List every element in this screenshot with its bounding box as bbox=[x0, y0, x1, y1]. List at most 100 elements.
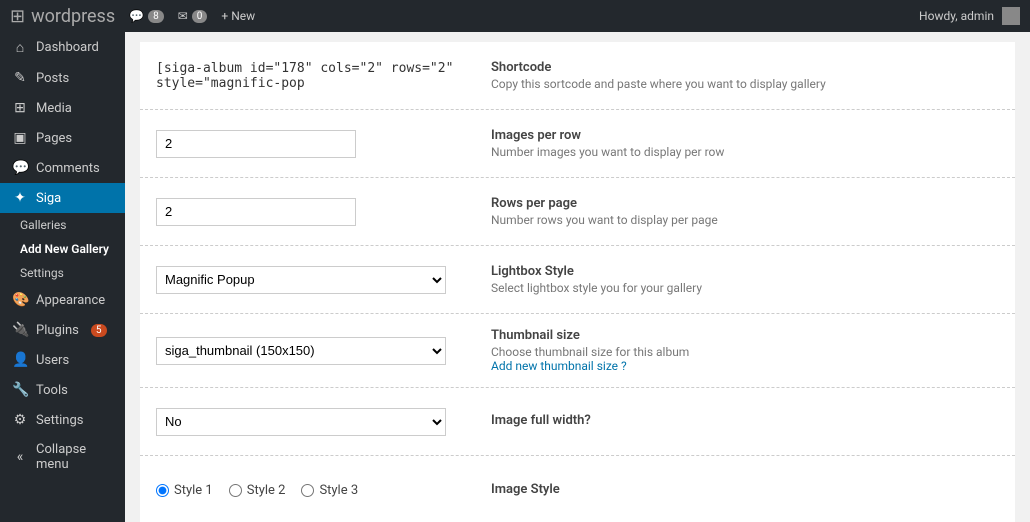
sidebar: ⌂ Dashboard ✎ Posts ⊞ Media ▣ Pages 💬 Co… bbox=[0, 32, 125, 522]
sidebar-item-posts[interactable]: ✎ Posts bbox=[0, 63, 125, 93]
shortcode-value: [siga-album id="178" cols="2" rows="2" s… bbox=[156, 61, 459, 91]
sidebar-label-tools: Tools bbox=[36, 383, 68, 398]
lightbox-style-right: Lightbox Style Select lightbox style you… bbox=[475, 246, 1015, 313]
lightbox-style-left: Magnific Popup FancyBox None bbox=[140, 246, 475, 313]
shortcode-label: Shortcode bbox=[491, 60, 999, 75]
wp-logo[interactable]: ⊞ wordpress bbox=[10, 6, 115, 27]
sidebar-label-appearance: Appearance bbox=[36, 293, 105, 308]
images-per-row-right: Images per row Number images you want to… bbox=[475, 110, 1015, 177]
sidebar-label-pages: Pages bbox=[36, 131, 72, 146]
main-wrapper: ⌂ Dashboard ✎ Posts ⊞ Media ▣ Pages 💬 Co… bbox=[0, 32, 1030, 522]
sidebar-item-media[interactable]: ⊞ Media bbox=[0, 93, 125, 123]
rows-per-page-label: Rows per page bbox=[491, 196, 999, 211]
howdy-label: Howdy, admin bbox=[919, 9, 994, 23]
settings-icon: ⚙ bbox=[12, 412, 28, 428]
form-table: [siga-album id="178" cols="2" rows="2" s… bbox=[140, 42, 1015, 522]
sidebar-label-users: Users bbox=[36, 353, 69, 368]
thumbnail-size-select[interactable]: siga_thumbnail (150x150) thumbnail (150x… bbox=[156, 337, 446, 365]
sidebar-subitem-add-new-gallery[interactable]: Add New Gallery bbox=[0, 237, 125, 261]
topbar-right: Howdy, admin bbox=[919, 7, 1020, 25]
siga-icon: ✦ bbox=[12, 190, 28, 206]
rows-per-page-spinner bbox=[156, 198, 356, 226]
images-per-row-left bbox=[140, 110, 475, 177]
radio-style3-label: Style 3 bbox=[319, 483, 358, 498]
posts-icon: ✎ bbox=[12, 70, 28, 86]
shortcode-desc: Copy this sortcode and paste where you w… bbox=[491, 77, 999, 91]
shortcode-right: Shortcode Copy this sortcode and paste w… bbox=[475, 42, 1015, 109]
sidebar-label-siga: Siga bbox=[36, 191, 61, 206]
comments-count-item[interactable]: 💬 8 bbox=[129, 9, 164, 23]
rows-per-page-input[interactable] bbox=[156, 198, 356, 226]
plugins-icon: 🔌 bbox=[12, 322, 28, 338]
thumbnail-size-desc: Choose thumbnail size for this album bbox=[491, 345, 999, 359]
content-area: [siga-album id="178" cols="2" rows="2" s… bbox=[125, 32, 1030, 522]
thumbnail-size-label: Thumbnail size bbox=[491, 328, 999, 343]
image-style-label: Image Style bbox=[491, 482, 999, 497]
sidebar-label-comments: Comments bbox=[36, 161, 100, 176]
radio-style1-label: Style 1 bbox=[174, 483, 213, 498]
rows-per-page-desc: Number rows you want to display per page bbox=[491, 213, 999, 227]
sidebar-item-siga[interactable]: ✦ Siga bbox=[0, 183, 125, 213]
sidebar-item-settings-main[interactable]: ⚙ Settings bbox=[0, 405, 125, 435]
radio-style3-input[interactable] bbox=[301, 484, 314, 497]
sidebar-item-collapse[interactable]: « Collapse menu bbox=[0, 435, 125, 479]
messages-count: 0 bbox=[192, 10, 208, 23]
sidebar-item-tools[interactable]: 🔧 Tools bbox=[0, 375, 125, 405]
radio-style2-label: Style 2 bbox=[247, 483, 286, 498]
plugins-badge: 5 bbox=[91, 324, 107, 337]
lightbox-style-select[interactable]: Magnific Popup FancyBox None bbox=[156, 266, 446, 294]
sidebar-item-comments[interactable]: 💬 Comments bbox=[0, 153, 125, 183]
rows-per-page-right: Rows per page Number rows you want to di… bbox=[475, 178, 1015, 245]
sidebar-subitem-settings[interactable]: Settings bbox=[0, 261, 125, 285]
image-style-left: Style 1 Style 2 Style 3 bbox=[140, 456, 475, 522]
sidebar-label-settings: Settings bbox=[36, 413, 83, 428]
thumbnail-size-right: Thumbnail size Choose thumbnail size for… bbox=[475, 314, 1015, 387]
radio-style1-input[interactable] bbox=[156, 484, 169, 497]
add-thumbnail-link[interactable]: Add new thumbnail size ? bbox=[491, 359, 999, 373]
radio-style1[interactable]: Style 1 bbox=[156, 483, 213, 498]
topbar: ⊞ wordpress 💬 8 ✉ 0 + New Howdy, admin bbox=[0, 0, 1030, 32]
new-button[interactable]: + New bbox=[221, 9, 255, 23]
radio-style2[interactable]: Style 2 bbox=[229, 483, 286, 498]
lightbox-style-label: Lightbox Style bbox=[491, 264, 999, 279]
avatar bbox=[1002, 7, 1020, 25]
images-per-row-spinner bbox=[156, 130, 356, 158]
rows-per-page-row: Rows per page Number rows you want to di… bbox=[140, 178, 1015, 246]
site-name[interactable]: wordpress bbox=[31, 6, 115, 27]
media-icon: ⊞ bbox=[12, 100, 28, 116]
sidebar-label-posts: Posts bbox=[36, 71, 69, 86]
message-icon: ✉ bbox=[178, 9, 188, 23]
rows-per-page-left bbox=[140, 178, 475, 245]
sidebar-label-collapse: Collapse menu bbox=[36, 442, 115, 472]
sidebar-subitem-galleries[interactable]: Galleries bbox=[0, 213, 125, 237]
shortcode-left: [siga-album id="178" cols="2" rows="2" s… bbox=[140, 42, 475, 109]
sidebar-item-users[interactable]: 👤 Users bbox=[0, 345, 125, 375]
lightbox-style-row: Magnific Popup FancyBox None Lightbox St… bbox=[140, 246, 1015, 314]
lightbox-style-desc: Select lightbox style you for your galle… bbox=[491, 281, 999, 295]
topbar-left: ⊞ wordpress 💬 8 ✉ 0 + New bbox=[10, 6, 903, 27]
images-per-row-row: Images per row Number images you want to… bbox=[140, 110, 1015, 178]
radio-style2-input[interactable] bbox=[229, 484, 242, 497]
full-width-select[interactable]: No Yes bbox=[156, 408, 446, 436]
tools-icon: 🔧 bbox=[12, 382, 28, 398]
shortcode-row: [siga-album id="178" cols="2" rows="2" s… bbox=[140, 42, 1015, 110]
sidebar-item-appearance[interactable]: 🎨 Appearance bbox=[0, 285, 125, 315]
sidebar-item-pages[interactable]: ▣ Pages bbox=[0, 123, 125, 153]
wp-icon: ⊞ bbox=[10, 6, 25, 27]
pages-icon: ▣ bbox=[12, 130, 28, 146]
dashboard-icon: ⌂ bbox=[12, 39, 28, 56]
thumbnail-size-left: siga_thumbnail (150x150) thumbnail (150x… bbox=[140, 314, 475, 387]
appearance-icon: 🎨 bbox=[12, 292, 28, 308]
messages-count-item[interactable]: ✉ 0 bbox=[178, 9, 208, 23]
images-per-row-label: Images per row bbox=[491, 128, 999, 143]
radio-style3[interactable]: Style 3 bbox=[301, 483, 358, 498]
full-width-right: Image full width? bbox=[475, 388, 1015, 455]
new-label: + New bbox=[221, 9, 255, 23]
sidebar-item-plugins[interactable]: 🔌 Plugins 5 bbox=[0, 315, 125, 345]
sidebar-item-dashboard[interactable]: ⌂ Dashboard bbox=[0, 32, 125, 63]
full-width-left: No Yes bbox=[140, 388, 475, 455]
sidebar-label-plugins: Plugins bbox=[36, 323, 79, 338]
images-per-row-input[interactable] bbox=[156, 130, 356, 158]
thumbnail-size-row: siga_thumbnail (150x150) thumbnail (150x… bbox=[140, 314, 1015, 388]
image-style-radio-group: Style 1 Style 2 Style 3 bbox=[156, 483, 358, 498]
